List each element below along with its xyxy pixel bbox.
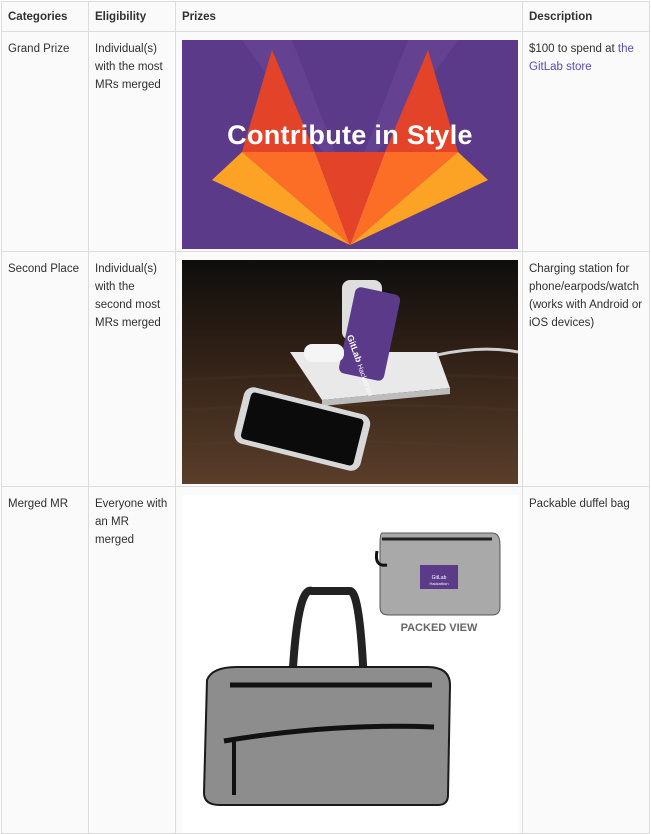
description-text: $100 to spend at (529, 43, 618, 55)
contribute-in-style-banner: Contribute in Style (182, 40, 518, 249)
header-prizes: Prizes (175, 1, 523, 32)
header-eligibility: Eligibility (88, 1, 176, 32)
eligibility-cell: Individual(s) with the second most MRs m… (88, 251, 176, 487)
table-row: Second Place Individual(s) with the seco… (1, 251, 650, 487)
charging-station-photo: GitLab Hackathon (182, 260, 518, 484)
prize-cell: GitLab Hackathon PACKED VIEW (175, 486, 523, 834)
description-cell: Packable duffel bag (522, 486, 650, 834)
prizes-table: Categories Eligibility Prizes Descriptio… (1, 1, 650, 834)
description-cell: $100 to spend at the GitLab store (522, 31, 650, 252)
duffel-bag-image: GitLab Hackathon PACKED VIEW (202, 532, 501, 806)
table-row: Merged MR Everyone with an MR merged Git… (1, 486, 650, 834)
table-row: Grand Prize Individual(s) with the most … (1, 31, 650, 252)
phone-brand-hackathon: Hackathon (355, 363, 374, 398)
svg-text:Hackathon: Hackathon (429, 581, 448, 586)
header-description: Description (522, 1, 650, 32)
prize-cell: GitLab Hackathon (175, 251, 523, 487)
eligibility-cell: Individual(s) with the most MRs merged (88, 31, 176, 252)
banner-title: Contribute in Style (227, 120, 473, 150)
table-header-row: Categories Eligibility Prizes Descriptio… (1, 1, 650, 32)
eligibility-cell: Everyone with an MR merged (88, 486, 176, 834)
header-categories: Categories (1, 1, 89, 32)
category-cell: Grand Prize (1, 31, 89, 252)
category-cell: Merged MR (1, 486, 89, 834)
packed-view-label: PACKED VIEW (401, 622, 478, 634)
description-cell: Charging station for phone/earpods/watch… (522, 251, 650, 487)
duffel-bag-photo: GitLab Hackathon PACKED VIEW (182, 495, 518, 833)
category-cell: Second Place (1, 251, 89, 487)
prize-cell: Contribute in Style (175, 31, 523, 252)
charging-station-image (182, 260, 518, 484)
